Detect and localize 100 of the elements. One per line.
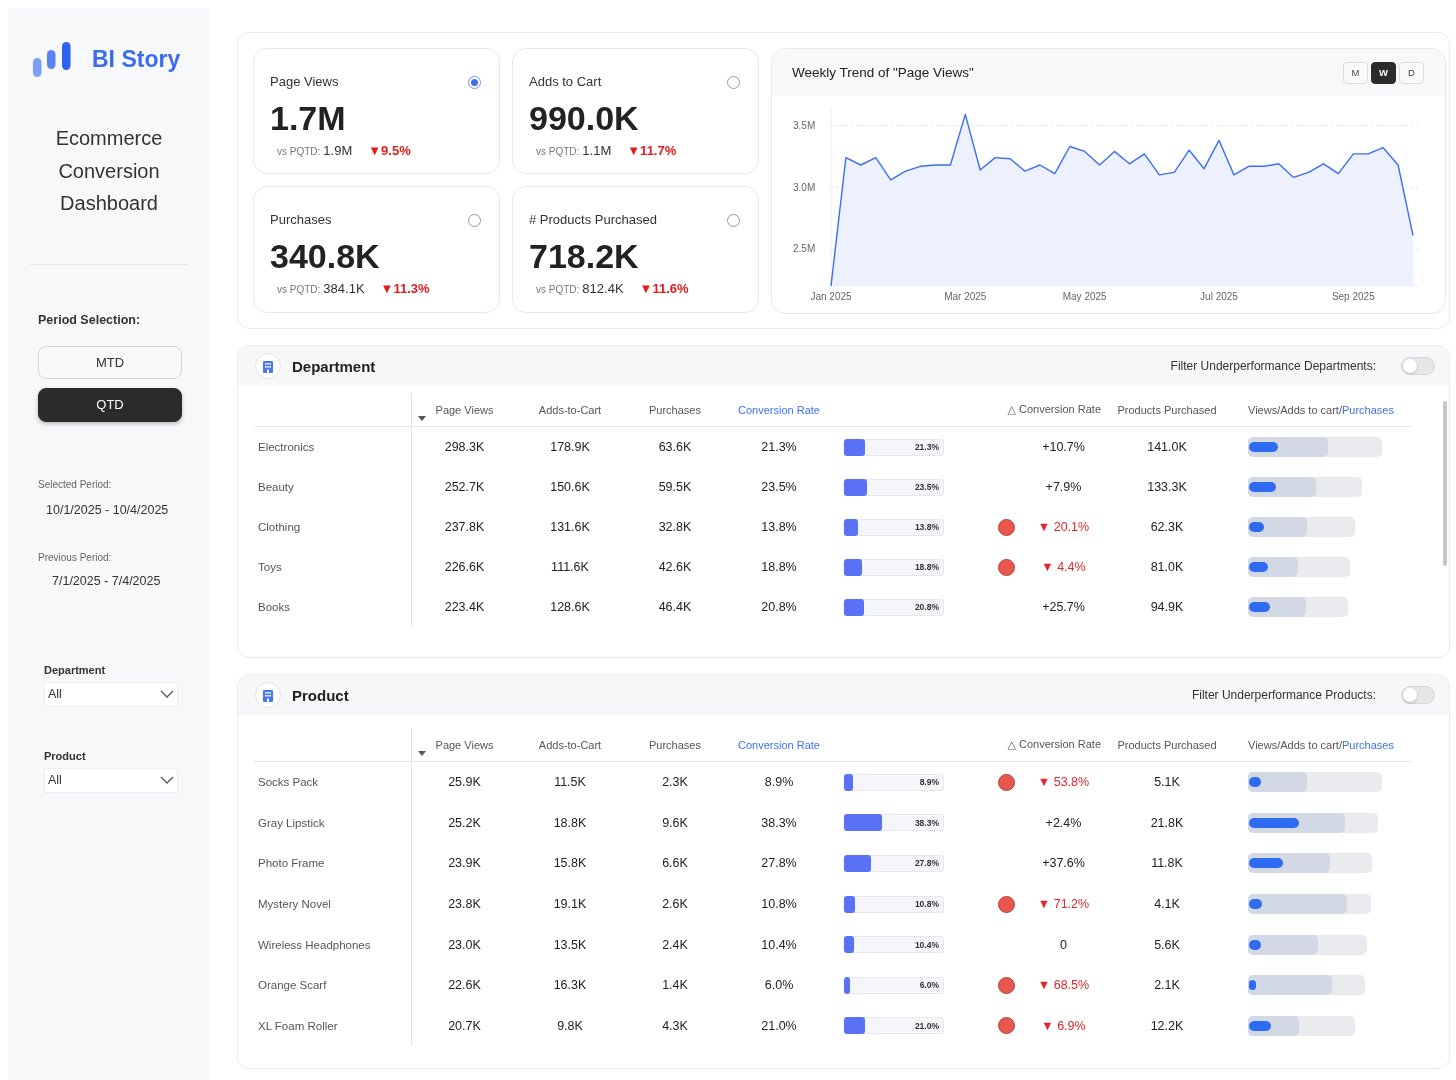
column-header[interactable]: Adds-to-Cart bbox=[517, 728, 623, 761]
scrollbar[interactable] bbox=[1443, 401, 1447, 566]
rate-label: 10.4% bbox=[914, 939, 939, 950]
table-cell-text: 46.4K bbox=[657, 599, 693, 616]
table-cell-text: 18.8K bbox=[552, 814, 588, 832]
table-cell-text: 223.4K bbox=[443, 599, 486, 616]
period-button[interactable]: QTD bbox=[38, 387, 182, 422]
column-header[interactable]: Purchases bbox=[623, 393, 727, 426]
bar-chart-logo-icon bbox=[33, 42, 71, 77]
change-value: ▼11.6% bbox=[639, 281, 689, 296]
row-label: Wireless Headphones bbox=[258, 938, 371, 951]
dropdown[interactable]: All bbox=[44, 767, 178, 793]
column-header[interactable]: Views/Adds to cart/Purchases bbox=[1233, 728, 1411, 761]
kpi-value: 718.2K bbox=[529, 236, 640, 276]
rate-label: 27.8% bbox=[914, 858, 939, 869]
table-cell-text: 25.9K bbox=[447, 774, 482, 792]
rate-label: 21.3% bbox=[914, 442, 939, 452]
filter-label: Filter Underperformance Departments: bbox=[1170, 359, 1376, 373]
table-cell-text: 5.1K bbox=[1153, 774, 1181, 792]
table-cell-text: 252.7K bbox=[443, 479, 486, 496]
table-cell-text: 13.5K bbox=[552, 936, 588, 954]
rate-label: 10.8% bbox=[914, 899, 939, 910]
brand-name: BI Story bbox=[92, 46, 181, 73]
column-header[interactable]: Products Purchased bbox=[1101, 393, 1233, 426]
rate-label: 18.8% bbox=[914, 562, 939, 572]
rate-label: 23.5% bbox=[914, 482, 939, 492]
table-cell-text: +37.6% bbox=[1041, 855, 1086, 873]
granularity-button[interactable]: W bbox=[1371, 61, 1396, 84]
chevron-down-icon bbox=[160, 690, 174, 698]
table-cell-text: 2.3K bbox=[661, 774, 689, 792]
table-cell-text: 32.8K bbox=[657, 519, 693, 536]
column-header[interactable]: Adds-to-Cart bbox=[517, 393, 623, 426]
table-cell-text: 59.5K bbox=[657, 479, 693, 496]
row-label: XL Foam Roller bbox=[258, 1019, 338, 1032]
table-cell-text: 23.0K bbox=[447, 936, 482, 954]
granularity-button[interactable]: M bbox=[1343, 61, 1368, 84]
table-cell-text: 94.9K bbox=[1149, 599, 1185, 616]
kpi-value: 340.8K bbox=[270, 236, 381, 276]
table-cell-text: 6.6K bbox=[661, 855, 689, 873]
table-cell-text: 18.8% bbox=[760, 559, 798, 576]
row-label: Gray Lipstick bbox=[258, 816, 325, 829]
column-header[interactable]: Page Views bbox=[412, 393, 517, 426]
table-cell-text: 16.3K bbox=[552, 977, 588, 995]
panel-title: Product bbox=[292, 686, 349, 704]
period-range: 7/1/2025 - 7/4/2025 bbox=[51, 573, 162, 588]
building-icon bbox=[255, 353, 281, 379]
chart-title: Weekly Trend of "Page Views" bbox=[792, 65, 974, 80]
row-label: Toys bbox=[258, 561, 282, 573]
table-cell-text: 21.0% bbox=[760, 1017, 798, 1035]
table-cell-text: 62.3K bbox=[1149, 519, 1185, 536]
table-cell-text: 23.8K bbox=[447, 896, 482, 914]
table-cell-text: ▼ 4.4% bbox=[1040, 559, 1087, 576]
period-button[interactable]: MTD bbox=[38, 345, 182, 379]
table-cell-text: ▼ 6.9% bbox=[1040, 1017, 1087, 1035]
table-cell-text: 4.3K bbox=[661, 1017, 689, 1035]
column-header[interactable]: △ Conversion Rate bbox=[986, 728, 1101, 761]
column-header[interactable]: Conversion Rate bbox=[727, 728, 831, 761]
filter-label: Filter Underperformance Products: bbox=[1191, 688, 1376, 702]
table-cell-text: 178.9K bbox=[549, 439, 591, 456]
table-cell-text: 20.7K bbox=[447, 1017, 482, 1035]
table-cell-text: 11.5K bbox=[553, 774, 587, 792]
section-label: Period Selection: bbox=[37, 312, 142, 327]
sort-caret-icon[interactable] bbox=[418, 751, 426, 756]
filter-label: Department bbox=[44, 663, 107, 676]
row-label: Beauty bbox=[258, 481, 294, 493]
column-header[interactable]: Purchases bbox=[623, 728, 727, 761]
kpi-value: 1.7M bbox=[270, 98, 347, 138]
table-cell-text: 150.6K bbox=[549, 479, 591, 496]
column-header[interactable]: Views/Adds to cart/Purchases bbox=[1233, 393, 1411, 426]
column-header[interactable]: Page Views bbox=[412, 728, 517, 761]
toggle-switch[interactable] bbox=[1401, 686, 1435, 704]
change-value: ▼9.5% bbox=[368, 143, 411, 158]
table-cell-text: 2.1K bbox=[1153, 977, 1181, 995]
table-cell-text: 38.3% bbox=[760, 814, 798, 832]
column-header[interactable]: Conversion Rate bbox=[727, 393, 831, 426]
column-header[interactable]: △ Conversion Rate bbox=[986, 393, 1101, 426]
table-cell-text: 10.8% bbox=[760, 896, 798, 914]
table-cell-text: 133.3K bbox=[1146, 479, 1188, 496]
table-cell-text: 21.8K bbox=[1149, 814, 1185, 832]
row-label: Electronics bbox=[258, 441, 315, 453]
table-cell-text: +25.7% bbox=[1041, 599, 1086, 616]
table-cell-text: 42.6K bbox=[657, 559, 693, 576]
kpi-label: Page Views bbox=[270, 74, 339, 89]
chevron-down-icon bbox=[160, 776, 174, 784]
table-cell-text: 1.4K bbox=[661, 977, 689, 995]
y-axis-label: 3.5M bbox=[793, 120, 816, 131]
y-axis-label: 2.5M bbox=[793, 243, 816, 255]
x-axis-label: Mar 2025 bbox=[944, 291, 987, 302]
rate-label: 13.8% bbox=[914, 522, 939, 532]
sort-caret-icon[interactable] bbox=[418, 416, 426, 421]
toggle-switch[interactable] bbox=[1401, 357, 1435, 375]
table-cell-text: 19.1K bbox=[552, 896, 588, 914]
dropdown[interactable]: All bbox=[44, 681, 178, 707]
rate-label: 20.8% bbox=[914, 602, 939, 612]
table-cell-text: 23.9K bbox=[447, 855, 482, 873]
column-header[interactable]: Products Purchased bbox=[1101, 728, 1233, 761]
rate-label: 8.9% bbox=[919, 777, 939, 788]
table-cell-text: 23.5% bbox=[760, 479, 798, 496]
granularity-button[interactable]: D bbox=[1399, 61, 1424, 84]
panel-title: Department bbox=[292, 357, 376, 375]
